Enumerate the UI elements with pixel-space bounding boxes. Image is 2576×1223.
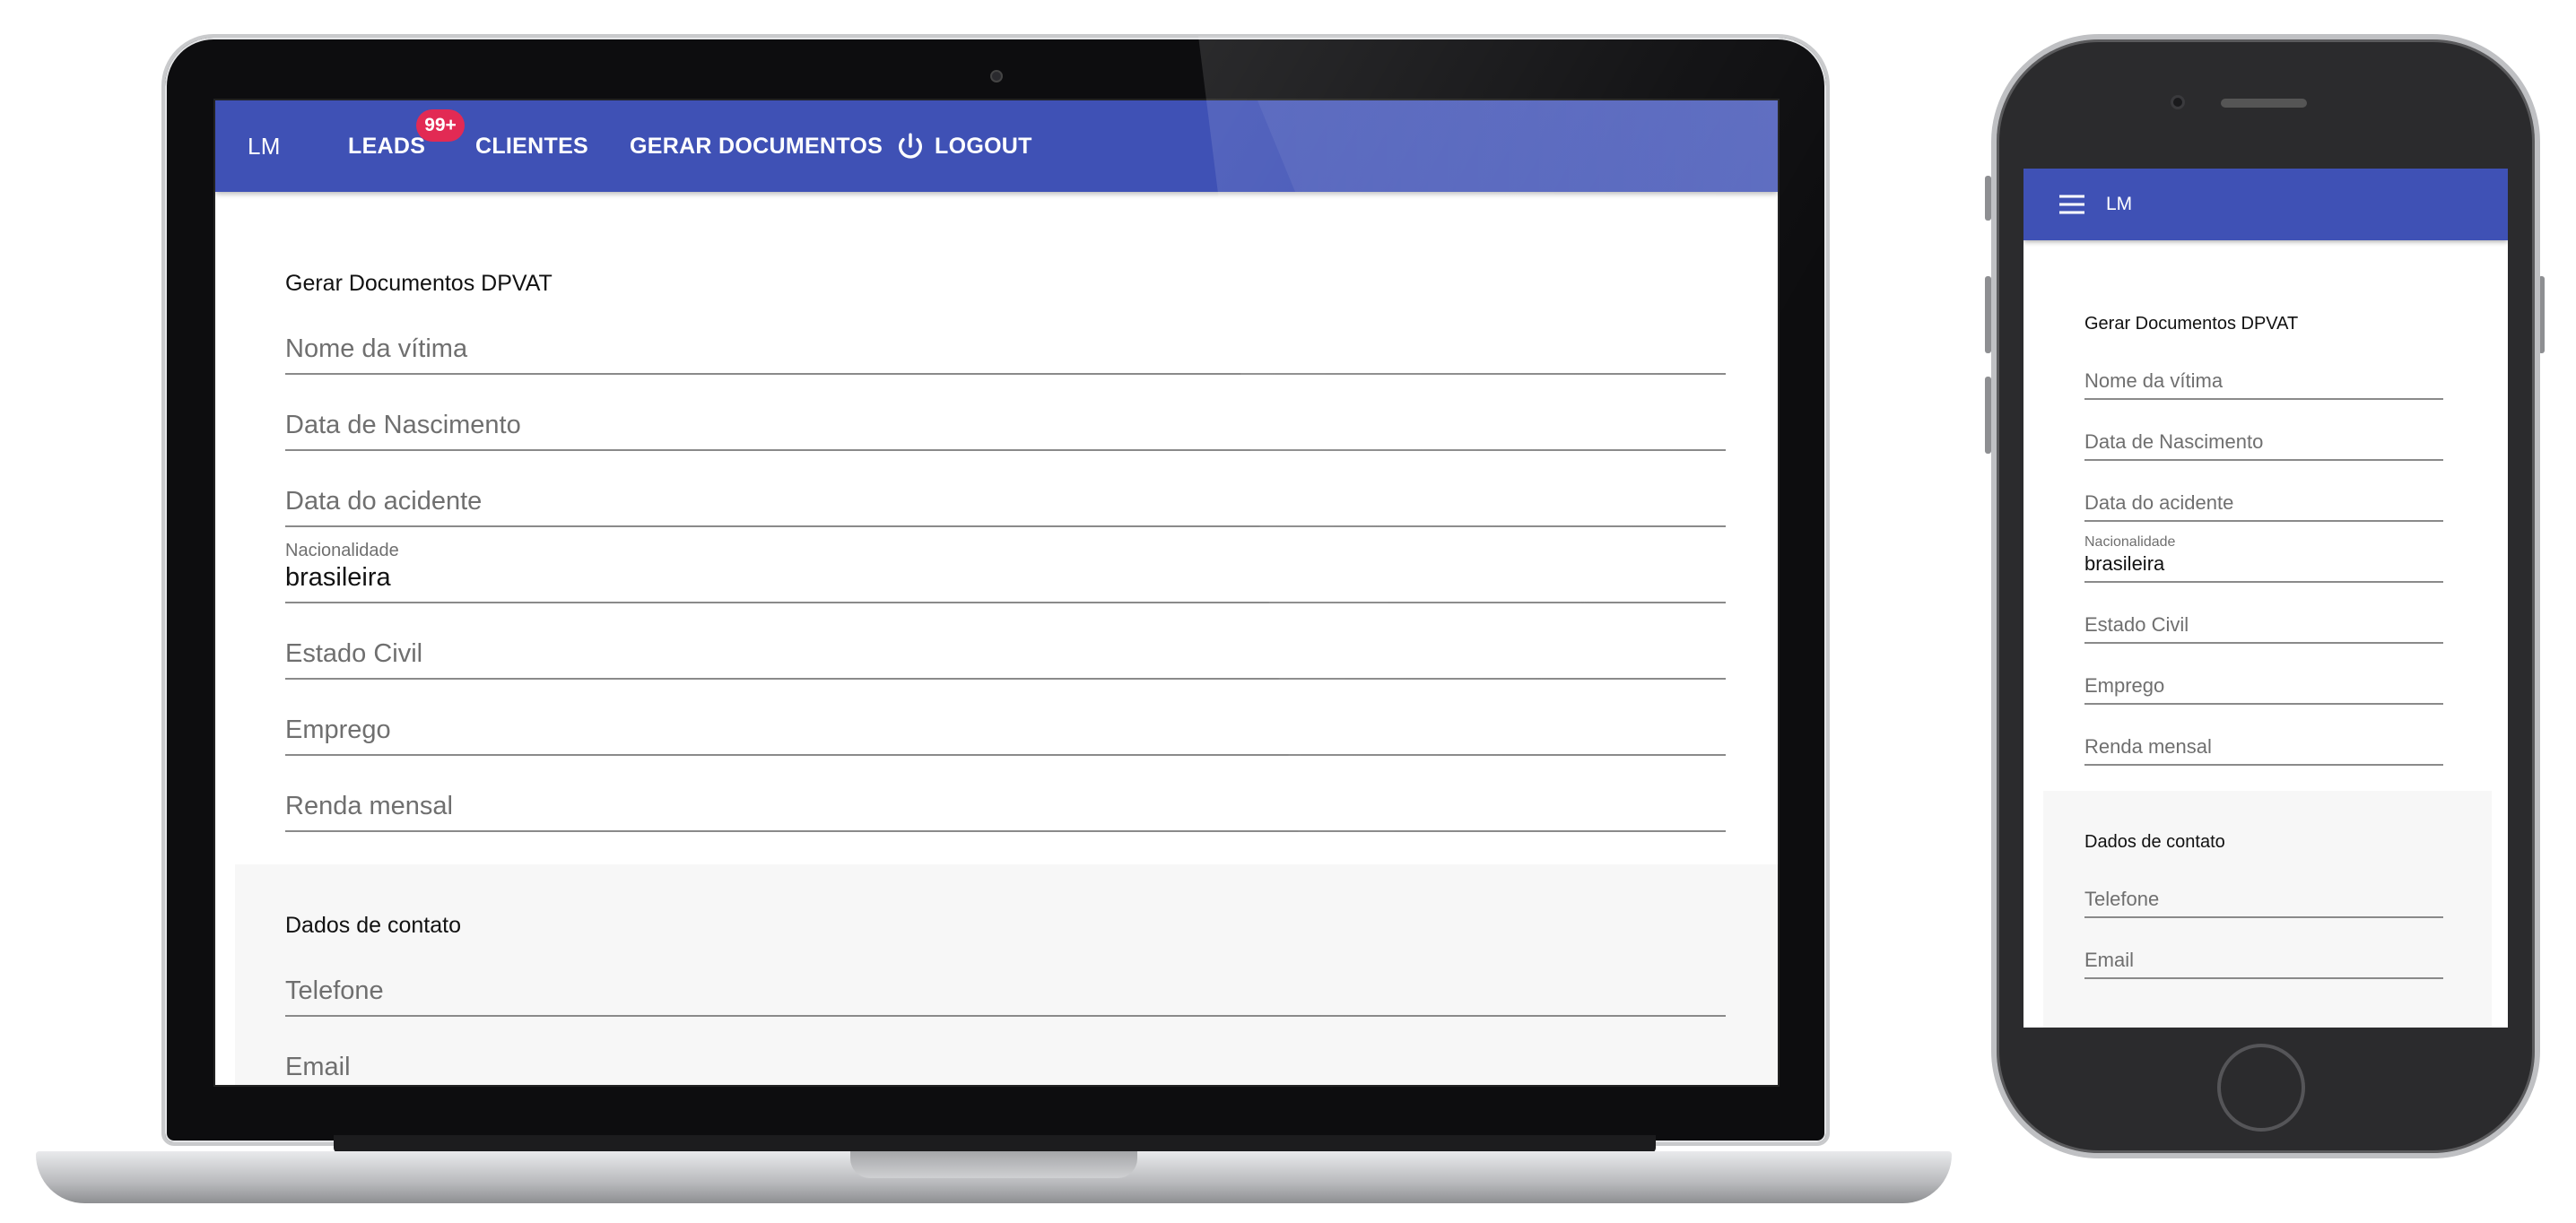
renda-mensal-field[interactable]: Renda mensal [2084,730,2443,766]
phone-speaker [2221,99,2307,108]
field-placeholder: Data de Nascimento [2084,430,2264,453]
field-placeholder: Nome da vítima [2084,369,2224,392]
laptop-screen: LM LEADS 99+ CLIENTES GERAR DOCUMENTOS L… [213,99,1780,1087]
field-placeholder: Email [2084,949,2135,971]
emprego-field[interactable]: Emprego [2084,669,2443,705]
nome-vitima-field[interactable]: Nome da vítima [285,328,1726,375]
phone-camera [2171,95,2185,109]
emprego-field[interactable]: Emprego [285,709,1726,756]
nacionalidade-field[interactable]: Nacionalidade brasileira [285,541,1726,603]
renda-mensal-field[interactable]: Renda mensal [285,785,1726,832]
field-placeholder: Telefone [2084,888,2160,910]
field-placeholder: Estado Civil [2084,613,2189,636]
field-label: Nacionalidade [285,541,399,560]
brand-logo[interactable]: LM [248,100,281,192]
field-placeholder: Nome da vítima [285,334,468,363]
estado-civil-field[interactable]: Estado Civil [285,633,1726,680]
laptop-hinge [334,1135,1656,1153]
email-field[interactable]: Email [2084,943,2443,979]
field-placeholder: Email [285,1053,351,1081]
field-label: Nacionalidade [2084,534,2176,550]
field-placeholder: Data de Nascimento [285,411,521,439]
mobile-navbar: LM [2023,169,2508,240]
top-navbar: LM LEADS 99+ CLIENTES GERAR DOCUMENTOS L… [215,100,1778,192]
field-placeholder: Estado Civil [285,639,423,668]
estado-civil-field[interactable]: Estado Civil [2084,608,2443,644]
phone-screen: LM Gerar Documentos DPVAT Nome da vítima… [2023,169,2508,1028]
field-value: brasileira [2084,552,2165,575]
volume-down-button [1985,377,1991,454]
home-button [2217,1044,2305,1132]
field-value: brasileira [285,563,391,592]
field-placeholder: Telefone [285,976,384,1005]
mute-switch [1985,176,1991,221]
power-icon [898,133,923,159]
section-title: Gerar Documentos DPVAT [285,271,553,296]
data-nascimento-field[interactable]: Data de Nascimento [285,404,1726,451]
nav-gerar-documentos[interactable]: GERAR DOCUMENTOS [630,100,883,192]
nav-leads[interactable]: LEADS [348,100,425,192]
nav-clientes[interactable]: CLIENTES [475,100,588,192]
main-content: Gerar Documentos DPVAT Nome da vítima Da… [215,192,1778,1085]
data-nascimento-field[interactable]: Data de Nascimento [2084,425,2443,461]
laptop-camera [990,70,1003,82]
telefone-field[interactable]: Telefone [2084,882,2443,918]
brand-logo[interactable]: LM [2106,169,2132,240]
data-acidente-field[interactable]: Data do acidente [285,481,1726,527]
nav-leads-label: LEADS [348,133,426,159]
volume-up-button [1985,276,1991,353]
data-acidente-field[interactable]: Data do acidente [2084,486,2443,522]
section-title: Gerar Documentos DPVAT [2084,314,2299,334]
telefone-field[interactable]: Telefone [285,970,1726,1017]
field-placeholder: Data do acidente [2084,491,2234,514]
hamburger-menu-icon[interactable] [2059,194,2084,215]
contact-section-title: Dados de contato [285,913,461,938]
email-field[interactable]: Email [285,1046,1726,1085]
laptop-notch [850,1151,1137,1178]
nome-vitima-field[interactable]: Nome da vítima [2084,364,2443,400]
logout-label: LOGOUT [935,133,1032,159]
contact-section-title: Dados de contato [2084,832,2225,852]
field-placeholder: Emprego [285,716,391,744]
logout-button[interactable]: LOGOUT [895,100,1032,192]
nacionalidade-field[interactable]: Nacionalidade brasileira [2084,534,2443,583]
field-placeholder: Data do acidente [285,487,483,516]
field-placeholder: Renda mensal [2084,735,2212,758]
field-placeholder: Renda mensal [285,792,453,820]
leads-count-badge: 99+ [416,109,465,142]
field-placeholder: Emprego [2084,674,2165,697]
